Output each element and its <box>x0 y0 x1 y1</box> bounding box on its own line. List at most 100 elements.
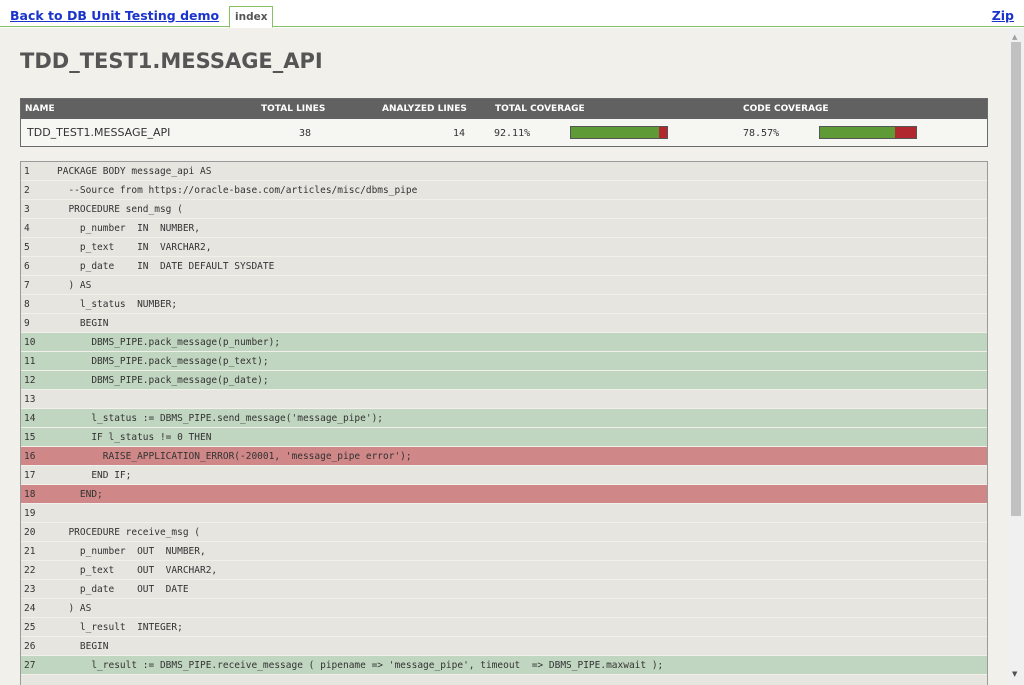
line-code: END IF; <box>57 470 132 481</box>
line-code: BEGIN <box>57 318 109 329</box>
row-analyzed-lines: 14 <box>453 128 466 139</box>
code-line: 12 DBMS_PIPE.pack_message(p_date); <box>21 371 987 390</box>
total-coverage-bar <box>570 126 668 139</box>
source-listing: 1 PACKAGE BODY message_api AS 2 --Source f… <box>20 161 988 685</box>
line-number: 13 <box>24 394 36 405</box>
code-line: 1 PACKAGE BODY message_api AS <box>21 162 987 181</box>
header-code-coverage: CODE COVERAGE <box>743 104 829 114</box>
line-code: END; <box>57 489 103 500</box>
line-code: DBMS_PIPE.pack_message(p_date); <box>57 375 269 386</box>
code-line: 23 p_date OUT DATE <box>21 580 987 599</box>
line-code: p_number IN NUMBER, <box>57 223 200 234</box>
line-number: 18 <box>24 489 36 500</box>
code-line: 10 DBMS_PIPE.pack_message(p_number); <box>21 333 987 352</box>
code-line: 8 l_status NUMBER; <box>21 295 987 314</box>
code-line: 17 END IF; <box>21 466 987 485</box>
code-line: 13 <box>21 390 987 409</box>
header-total-coverage: TOTAL COVERAGE <box>495 104 585 114</box>
code-line: 27 l_result := DBMS_PIPE.receive_message… <box>21 656 987 675</box>
line-number: 8 <box>24 299 30 310</box>
line-code: p_date IN DATE DEFAULT SYSDATE <box>57 261 275 272</box>
code-line: 26 BEGIN <box>21 637 987 656</box>
line-code: p_text IN VARCHAR2, <box>57 242 212 253</box>
line-number: 4 <box>24 223 30 234</box>
code-line: 16 RAISE_APPLICATION_ERROR(-20001, 'mess… <box>21 447 987 466</box>
line-number: 25 <box>24 622 36 633</box>
row-name: TDD_TEST1.MESSAGE_API <box>27 126 171 139</box>
line-code: PROCEDURE receive_msg ( <box>57 527 200 538</box>
code-line: 24 ) AS <box>21 599 987 618</box>
line-code: l_result := DBMS_PIPE.receive_message ( … <box>57 660 664 671</box>
line-number: 27 <box>24 660 36 671</box>
line-number: 12 <box>24 375 36 386</box>
coverage-row: TDD_TEST1.MESSAGE_API 38 14 92.11% 78.57… <box>21 119 987 146</box>
top-nav: Back to DB Unit Testing demo index Zip <box>0 0 1024 28</box>
line-code: l_result INTEGER; <box>57 622 183 633</box>
line-code: PACKAGE BODY message_api AS <box>57 166 212 177</box>
code-coverage-bar-fill <box>820 127 896 138</box>
line-number: 6 <box>24 261 30 272</box>
line-number: 15 <box>24 432 36 443</box>
line-number: 17 <box>24 470 36 481</box>
line-number: 5 <box>24 242 30 253</box>
code-line: 25 l_result INTEGER; <box>21 618 987 637</box>
scroll-up-icon[interactable]: ▲ <box>1012 33 1017 41</box>
line-code: IF l_status != 0 THEN <box>57 432 212 443</box>
code-line: 3 PROCEDURE send_msg ( <box>21 200 987 219</box>
line-number: 9 <box>24 318 30 329</box>
line-code: BEGIN <box>57 641 109 652</box>
line-code: DBMS_PIPE.pack_message(p_text); <box>57 356 269 367</box>
header-analyzed-lines: ANALYZED LINES <box>382 104 467 114</box>
code-line: 20 PROCEDURE receive_msg ( <box>21 523 987 542</box>
line-code: p_text OUT VARCHAR2, <box>57 565 218 576</box>
code-line: 22 p_text OUT VARCHAR2, <box>21 561 987 580</box>
back-link[interactable]: Back to DB Unit Testing demo <box>10 8 219 23</box>
code-line: 21 p_number OUT NUMBER, <box>21 542 987 561</box>
code-line: 6 p_date IN DATE DEFAULT SYSDATE <box>21 257 987 276</box>
line-code: RAISE_APPLICATION_ERROR(-20001, 'message… <box>57 451 412 462</box>
line-number: 7 <box>24 280 30 291</box>
line-number: 10 <box>24 337 36 348</box>
page-title: TDD_TEST1.MESSAGE_API <box>20 49 323 73</box>
line-number: 22 <box>24 565 36 576</box>
line-code: l_status := DBMS_PIPE.send_message('mess… <box>57 413 384 424</box>
line-code: DBMS_PIPE.pack_message(p_number); <box>57 337 281 348</box>
line-number: 2 <box>24 185 30 196</box>
coverage-table: NAME TOTAL LINES ANALYZED LINES TOTAL CO… <box>20 98 988 147</box>
line-number: 20 <box>24 527 36 538</box>
code-line: 2 --Source from https://oracle-base.com/… <box>21 181 987 200</box>
code-line: 4 p_number IN NUMBER, <box>21 219 987 238</box>
vertical-scrollbar[interactable]: ▲ ▼ <box>1008 28 1024 685</box>
line-code: p_date OUT DATE <box>57 584 189 595</box>
scroll-thumb[interactable] <box>1011 42 1021 516</box>
row-code-coverage: 78.57% <box>743 128 780 139</box>
tab-index[interactable]: index <box>229 6 274 28</box>
code-line: 11 DBMS_PIPE.pack_message(p_text); <box>21 352 987 371</box>
row-total-coverage: 92.11% <box>494 128 531 139</box>
code-coverage-bar <box>819 126 917 139</box>
total-coverage-bar-fill <box>571 127 660 138</box>
header-total-lines: TOTAL LINES <box>261 104 326 114</box>
line-number: 23 <box>24 584 36 595</box>
code-line: 19 <box>21 504 987 523</box>
line-code: l_status NUMBER; <box>57 299 178 310</box>
line-number: 16 <box>24 451 36 462</box>
row-total-lines: 38 <box>299 128 312 139</box>
scroll-down-icon[interactable]: ▼ <box>1012 670 1017 678</box>
line-code: PROCEDURE send_msg ( <box>57 204 183 215</box>
code-line: 9 BEGIN <box>21 314 987 333</box>
code-line: 5 p_text IN VARCHAR2, <box>21 238 987 257</box>
line-number: 21 <box>24 546 36 557</box>
line-code: p_number OUT NUMBER, <box>57 546 206 557</box>
coverage-header-row: NAME TOTAL LINES ANALYZED LINES TOTAL CO… <box>21 99 987 119</box>
line-code: ) AS <box>57 603 92 614</box>
code-line: 18 END; <box>21 485 987 504</box>
code-line: 7 ) AS <box>21 276 987 295</box>
line-code: --Source from https://oracle-base.com/ar… <box>57 185 418 196</box>
line-number: 19 <box>24 508 36 519</box>
line-code: ) AS <box>57 280 92 291</box>
line-number: 3 <box>24 204 30 215</box>
zip-link[interactable]: Zip <box>992 8 1014 23</box>
code-line: 15 IF l_status != 0 THEN <box>21 428 987 447</box>
line-number: 26 <box>24 641 36 652</box>
